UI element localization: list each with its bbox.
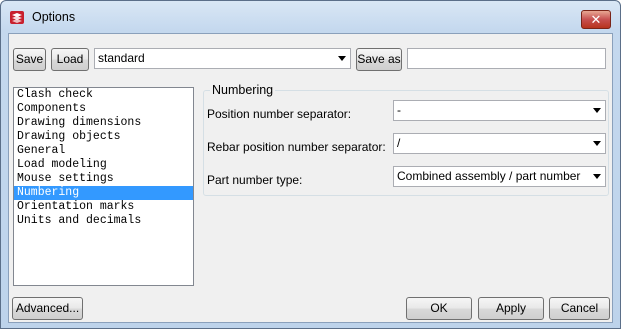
ok-button[interactable]: OK	[406, 297, 472, 320]
settings-combobox[interactable]: standard	[94, 48, 351, 69]
title-bar[interactable]: Options ✕	[1, 1, 620, 32]
part-type-label: Part number type:	[207, 173, 303, 187]
list-item-load-modeling[interactable]: Load modeling	[14, 158, 193, 172]
options-dialog: Options ✕ Save Load standard Save as Cla…	[0, 0, 621, 329]
save-as-input[interactable]	[407, 48, 606, 69]
list-item-general[interactable]: General	[14, 144, 193, 158]
part-type-combobox[interactable]: Combined assembly / part number	[393, 166, 606, 187]
list-item-orientation-marks[interactable]: Orientation marks	[14, 200, 193, 214]
position-separator-value: -	[397, 103, 401, 117]
list-item-components[interactable]: Components	[14, 102, 193, 116]
list-item-mouse-settings[interactable]: Mouse settings	[14, 172, 193, 186]
part-type-value: Combined assembly / part number	[397, 169, 581, 183]
chevron-down-icon[interactable]	[593, 174, 601, 179]
settings-combobox-value: standard	[98, 51, 145, 65]
dialog-body: Save Load standard Save as Clash check C…	[8, 33, 613, 323]
position-separator-combobox[interactable]: -	[393, 100, 606, 121]
app-icon	[10, 11, 24, 24]
list-item-clash-check[interactable]: Clash check	[14, 88, 193, 102]
close-icon: ✕	[590, 12, 602, 27]
list-item-drawing-dimensions[interactable]: Drawing dimensions	[14, 116, 193, 130]
rebar-separator-value: /	[397, 136, 401, 150]
list-item-units-and-decimals[interactable]: Units and decimals	[14, 214, 193, 228]
rebar-separator-combobox[interactable]: /	[393, 133, 606, 154]
list-item-drawing-objects[interactable]: Drawing objects	[14, 130, 193, 144]
save-as-button[interactable]: Save as	[356, 48, 402, 71]
cancel-button[interactable]: Cancel	[549, 297, 610, 320]
chevron-down-icon[interactable]	[593, 141, 601, 146]
chevron-down-icon[interactable]	[593, 108, 601, 113]
load-button[interactable]: Load	[51, 48, 89, 71]
close-button[interactable]: ✕	[581, 10, 611, 29]
list-item-numbering[interactable]: Numbering	[14, 186, 193, 200]
chevron-down-icon[interactable]	[338, 56, 346, 61]
window-title: Options	[32, 10, 76, 24]
category-list[interactable]: Clash check Components Drawing dimension…	[13, 87, 194, 286]
position-separator-label: Position number separator:	[207, 107, 352, 121]
advanced-button[interactable]: Advanced...	[12, 297, 83, 320]
rebar-separator-label: Rebar position number separator:	[207, 140, 386, 154]
save-button[interactable]: Save	[13, 48, 46, 71]
numbering-group-title: Numbering	[210, 83, 276, 97]
apply-button[interactable]: Apply	[478, 297, 544, 320]
